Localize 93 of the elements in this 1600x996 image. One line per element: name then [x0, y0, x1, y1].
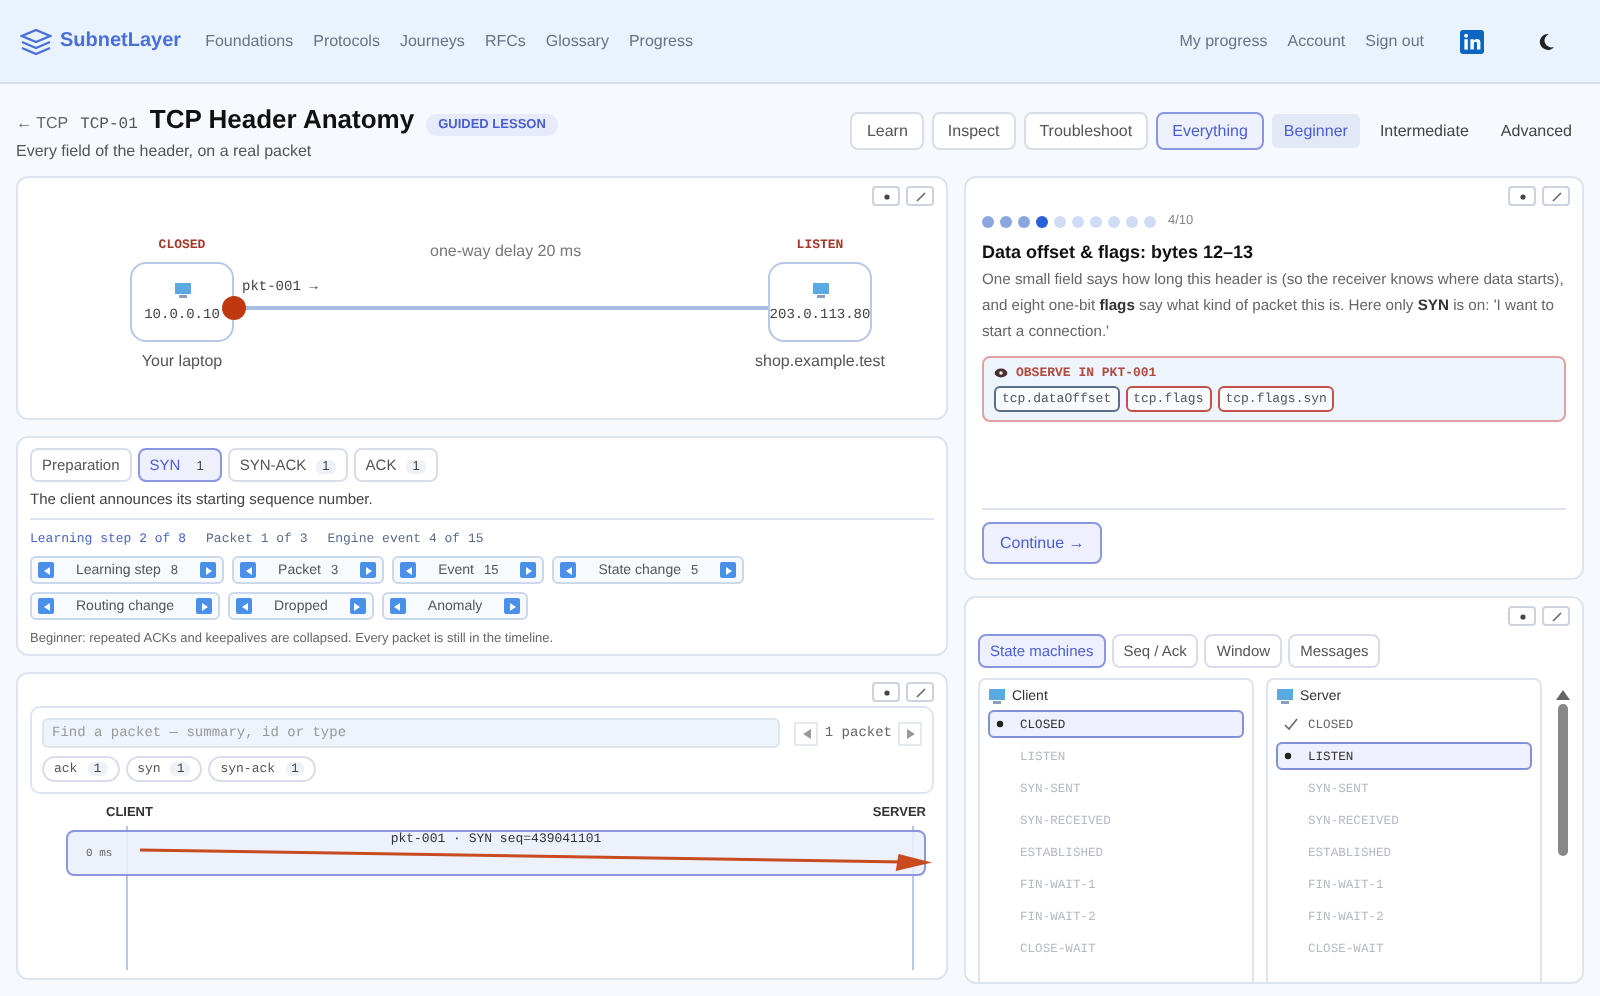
right-triangle-icon	[523, 565, 534, 575]
dot-icon	[1519, 193, 1525, 199]
nav-link[interactable]: Glossary	[545, 32, 609, 50]
previous-packet-button[interactable]	[794, 721, 819, 745]
previous-button[interactable]	[400, 562, 417, 578]
computer-icon	[1276, 688, 1294, 706]
previous-button[interactable]	[560, 562, 577, 578]
computer-icon	[811, 281, 829, 299]
left-triangle-icon	[243, 565, 254, 575]
host-name: shop.example.test	[755, 352, 885, 370]
linkedin-icon[interactable]	[1460, 29, 1484, 53]
next-button[interactable]	[720, 562, 737, 578]
packet-dot[interactable]	[222, 296, 246, 320]
previous-button[interactable]	[236, 598, 253, 614]
previous-button[interactable]	[240, 562, 257, 578]
next-button[interactable]	[196, 598, 213, 614]
right-triangle-icon	[723, 565, 734, 575]
computer-icon	[988, 688, 1006, 706]
dot-icon	[883, 689, 889, 695]
right-triangle-icon	[363, 565, 374, 575]
collapse-button[interactable]	[872, 682, 900, 702]
stacked-layers-logo-icon[interactable]	[20, 27, 52, 55]
progress-dot[interactable]	[1036, 215, 1048, 227]
computer-icon	[173, 281, 191, 299]
right-triangle-icon	[507, 601, 518, 611]
lesson-code: TCP-01	[80, 116, 138, 134]
expand-icon	[1551, 611, 1561, 621]
progress-dot[interactable]	[1108, 215, 1120, 227]
previous-button[interactable]	[389, 598, 406, 614]
previous-button[interactable]	[38, 562, 54, 578]
next-button[interactable]	[520, 562, 537, 578]
progress-dot[interactable]	[1090, 215, 1102, 227]
delay-label: one-way delay 20 ms	[430, 242, 582, 260]
right-triangle-icon	[203, 565, 214, 575]
collapse-button[interactable]	[1508, 186, 1536, 206]
continue-button[interactable]: Continue →	[982, 522, 1103, 564]
up-arrow-icon[interactable]	[1555, 690, 1569, 700]
brand-link[interactable]: SubnetLayer	[60, 30, 182, 52]
moon-icon[interactable]	[1536, 31, 1556, 51]
collapse-button[interactable]	[872, 186, 900, 206]
right-triangle-icon	[199, 601, 210, 611]
host-name: Your laptop	[141, 352, 223, 370]
nav-link[interactable]: Foundations	[205, 32, 294, 50]
lesson-subtitle: Every field of the header, on a real packet	[16, 142, 314, 160]
step-heading: Data offset & flags: bytes 12–13	[982, 242, 1256, 262]
dot-icon	[883, 193, 889, 199]
progress-dot[interactable]	[1144, 215, 1156, 227]
bullet-icon	[996, 720, 1004, 728]
eye-icon	[994, 367, 1008, 378]
progress-dot[interactable]	[1000, 215, 1012, 227]
back-link[interactable]: ← TCP	[16, 114, 69, 132]
account-link[interactable]: Account	[1287, 32, 1346, 50]
level-tab[interactable]: Beginner	[1271, 114, 1360, 148]
progress-dot[interactable]	[982, 215, 994, 227]
previous-button[interactable]	[38, 598, 54, 614]
left-triangle-icon	[392, 601, 403, 611]
right-triangle-icon	[352, 601, 363, 611]
mode-tab[interactable]: Troubleshoot	[1023, 112, 1149, 150]
expand-icon	[915, 191, 925, 201]
nav-link[interactable]: Progress	[628, 32, 693, 50]
account-link[interactable]: Sign out	[1365, 32, 1424, 50]
mode-tab[interactable]: Inspect	[931, 112, 1016, 150]
bullet-icon	[1284, 752, 1292, 760]
next-button[interactable]	[504, 598, 521, 614]
left-triangle-icon	[801, 727, 812, 739]
right-triangle-icon	[905, 727, 915, 739]
lesson-title: TCP Header Anatomy	[149, 104, 415, 134]
mode-tab[interactable]: Learn	[850, 112, 924, 150]
nav-link[interactable]: RFCs	[484, 32, 526, 50]
collapse-button[interactable]	[1508, 606, 1536, 626]
left-triangle-icon	[239, 601, 250, 611]
expand-icon	[915, 687, 925, 697]
left-triangle-icon	[403, 565, 414, 575]
left-triangle-icon	[563, 565, 574, 575]
nav-link[interactable]: Journeys	[399, 32, 465, 50]
dot-icon	[1519, 613, 1525, 619]
level-tab[interactable]: Advanced	[1488, 114, 1584, 148]
left-triangle-icon	[41, 565, 51, 575]
level-tab[interactable]: Intermediate	[1367, 114, 1481, 148]
next-button[interactable]	[200, 562, 217, 578]
check-icon	[1284, 718, 1298, 730]
progress-dot[interactable]	[1018, 215, 1030, 227]
next-button[interactable]	[349, 598, 366, 614]
progress-dot[interactable]	[1054, 215, 1066, 227]
progress-dot[interactable]	[1072, 215, 1084, 227]
next-button[interactable]	[360, 562, 377, 578]
account-link[interactable]: My progress	[1179, 32, 1268, 50]
nav-link[interactable]: Protocols	[313, 32, 380, 50]
progress-dot[interactable]	[1126, 215, 1138, 227]
next-packet-button[interactable]	[898, 721, 922, 745]
mode-tab[interactable]: Everything	[1156, 112, 1264, 150]
left-triangle-icon	[41, 601, 51, 611]
expand-icon	[1551, 191, 1561, 201]
